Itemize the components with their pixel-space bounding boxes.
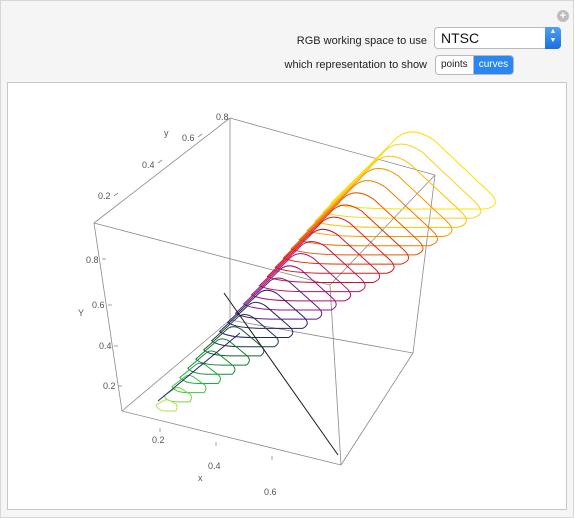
Y-tick: 0.2: [103, 381, 116, 391]
working-space-label: RGB working space to use: [296, 35, 427, 47]
curves-option[interactable]: curves: [472, 56, 514, 74]
y-tick: 0.8: [216, 112, 229, 122]
y-axis: y 0.2 0.4 0.6 0.8: [98, 112, 229, 201]
working-space-value: NTSC: [441, 30, 480, 46]
y-tick: 0.6: [182, 133, 195, 143]
y-axis-label: y: [164, 128, 169, 138]
select-arrows-icon: ▲ ▼: [545, 27, 561, 49]
chromaticity-curve: [298, 180, 438, 247]
spine-line: [223, 292, 339, 456]
chromaticity-curve: [171, 374, 207, 394]
working-space-select[interactable]: NTSC ▲ ▼: [434, 27, 561, 49]
chromaticity-curve: [195, 338, 250, 366]
Y-axis-label: Y: [78, 308, 84, 318]
chromaticity-curve: [306, 168, 453, 238]
x-tick: 0.6: [264, 487, 277, 497]
Y-tick: 0.6: [92, 300, 105, 310]
Y-axis: Y 0.2 0.4 0.6 0.8: [78, 255, 116, 391]
chromaticity-curve: [322, 143, 482, 219]
representation-toggle[interactable]: points curves: [435, 55, 515, 75]
plus-icon[interactable]: +: [557, 10, 569, 22]
x-tick: 0.4: [208, 461, 221, 471]
y-tick: 0.2: [98, 191, 111, 201]
chromaticity-curve: [242, 265, 337, 311]
Y-tick: 0.4: [99, 341, 112, 351]
representation-label: which representation to show: [284, 59, 427, 71]
x-tick: 0.2: [152, 435, 165, 445]
chromaticity-curve: [266, 228, 381, 283]
Y-tick: 0.8: [86, 255, 99, 265]
chromaticity-curves: [155, 131, 496, 456]
plot-area: y 0.2 0.4 0.6 0.8 Y 0.2 0.4 0.6 0.8 x 0.…: [7, 82, 567, 510]
demonstration-panel: + RGB working space to use NTSC ▲ ▼ which…: [0, 0, 574, 518]
spine-line: [157, 332, 241, 402]
y-tick: 0.4: [142, 160, 155, 170]
chromaticity-curve: [258, 241, 366, 293]
3d-plot: y 0.2 0.4 0.6 0.8 Y 0.2 0.4 0.6 0.8 x 0.…: [78, 112, 496, 497]
tick-marks: [102, 133, 273, 460]
points-option[interactable]: points: [436, 56, 473, 74]
chromaticity-curve: [234, 277, 323, 320]
box-frame: [93, 117, 436, 466]
x-axis-label: x: [198, 473, 203, 483]
